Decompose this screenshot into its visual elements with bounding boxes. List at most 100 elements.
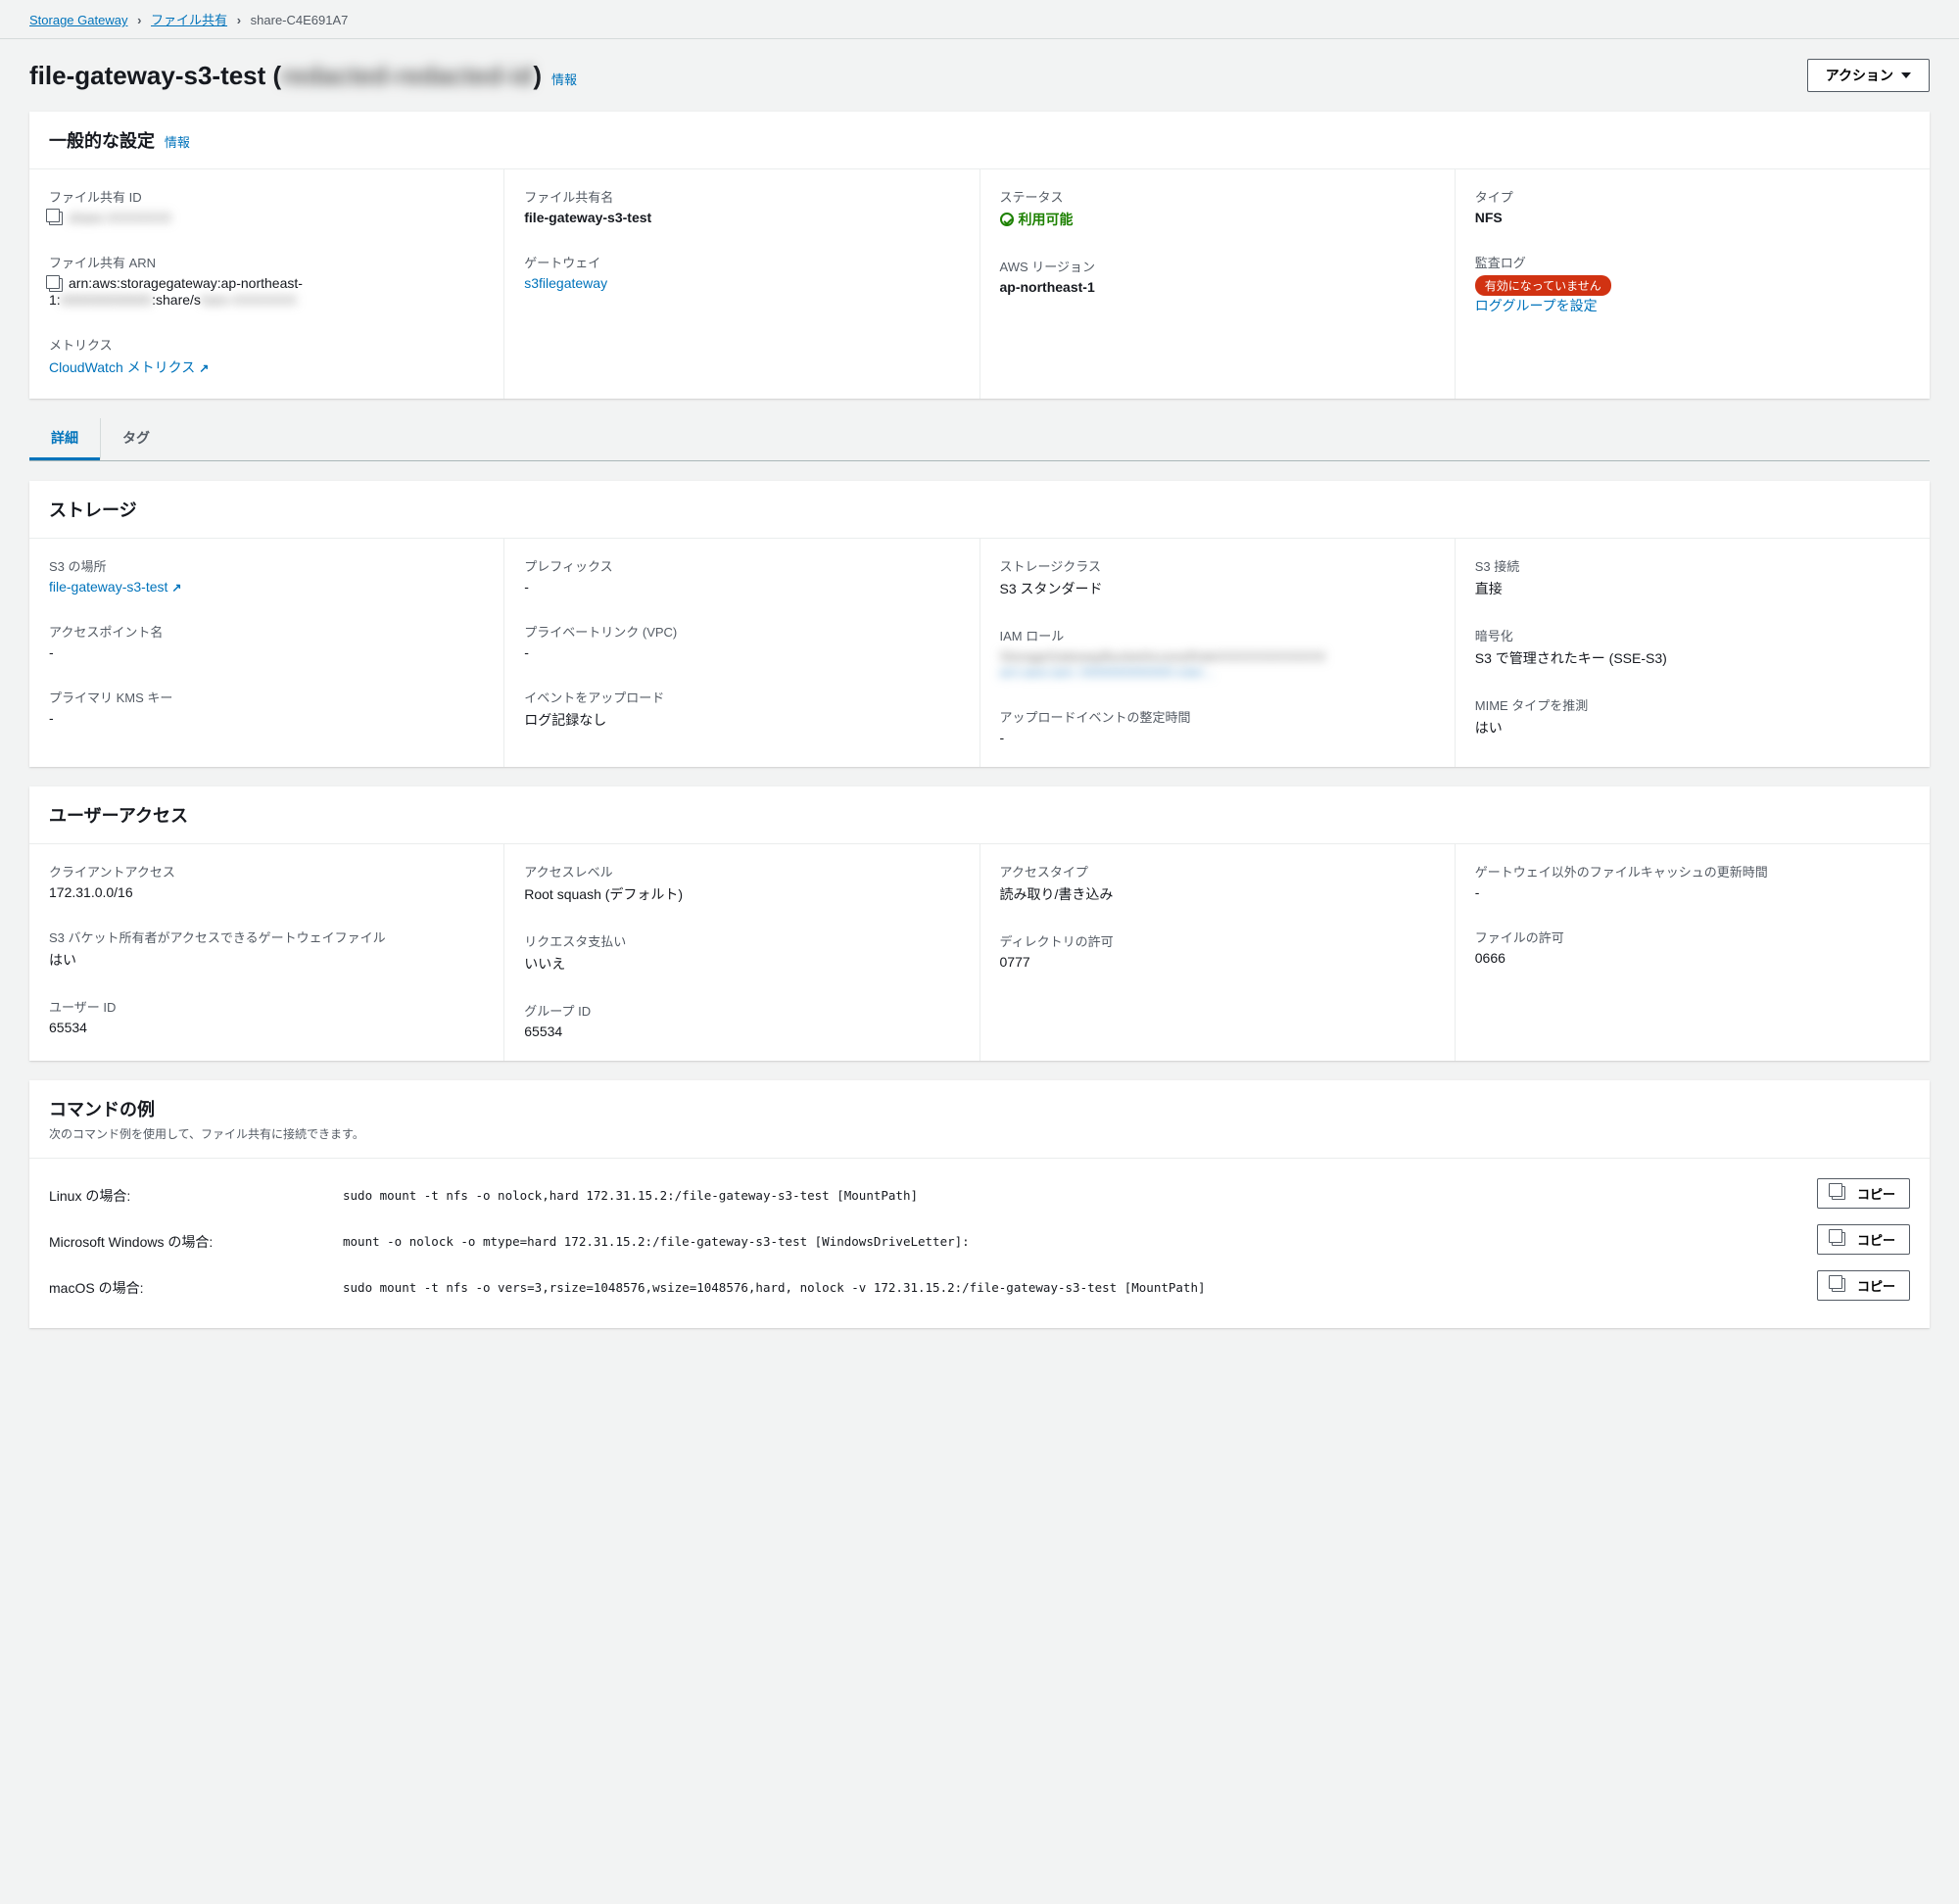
breadcrumb-current: share-C4E691A7: [251, 13, 349, 27]
iam-role-label: IAM ロール: [1000, 626, 1435, 644]
storage-title: ストレージ: [49, 497, 137, 522]
copy-button[interactable]: コピー: [1817, 1270, 1910, 1301]
command-label: Linux の場合:: [49, 1178, 323, 1206]
prefix-label: プレフィックス: [524, 556, 959, 575]
gid-value: 65534: [524, 1023, 959, 1039]
s3-location-link[interactable]: file-gateway-s3-test: [49, 579, 484, 595]
breadcrumb-root[interactable]: Storage Gateway: [29, 13, 127, 27]
breadcrumb: Storage Gateway › ファイル共有 › share-C4E691A…: [0, 0, 1959, 39]
page-title-suffix: ): [533, 61, 542, 90]
requester-value: いいえ: [524, 954, 959, 974]
tab-tag[interactable]: タグ: [100, 418, 171, 460]
region-label: AWS リージョン: [1000, 257, 1435, 275]
page-title-redacted: redacted-redacted-id: [281, 61, 533, 90]
gateway-label: ゲートウェイ: [524, 253, 959, 271]
s3conn-label: S3 接続: [1475, 556, 1910, 575]
page-title-prefix: file-gateway-s3-test (: [29, 61, 281, 90]
copy-icon[interactable]: [49, 212, 63, 225]
command-label: macOS の場合:: [49, 1270, 323, 1298]
command-text: sudo mount -t nfs -o vers=3,rsize=104857…: [343, 1270, 1797, 1298]
action-button[interactable]: アクション: [1807, 59, 1930, 92]
copy-icon[interactable]: [49, 278, 63, 292]
command-text: sudo mount -t nfs -o nolock,hard 172.31.…: [343, 1178, 1797, 1206]
commands-sub: 次のコマンド例を使用して、ファイル共有に接続できます。: [49, 1125, 1910, 1142]
refresh-label: ゲートウェイ以外のファイルキャッシュの更新時間: [1475, 862, 1910, 881]
check-circle-icon: [1000, 213, 1014, 226]
share-id-label: ファイル共有 ID: [49, 187, 484, 206]
accesspoint-value: -: [49, 644, 484, 660]
accesspoint-label: アクセスポイント名: [49, 622, 484, 641]
region-value: ap-northeast-1: [1000, 279, 1435, 295]
audit-label: 監査ログ: [1475, 253, 1910, 271]
access-level-value: Root squash (デフォルト): [524, 884, 959, 904]
access-type-value: 読み取り/書き込み: [1000, 884, 1435, 904]
storageclass-value: S3 スタンダード: [1000, 579, 1435, 598]
metrics-link[interactable]: CloudWatch メトリクス: [49, 357, 484, 377]
uid-label: ユーザー ID: [49, 997, 484, 1016]
copy-icon: [1832, 1232, 1845, 1246]
kms-value: -: [49, 710, 484, 726]
audit-config-link[interactable]: ロググループを設定: [1475, 298, 1598, 313]
breadcrumb-mid[interactable]: ファイル共有: [151, 13, 227, 27]
client-access-label: クライアントアクセス: [49, 862, 484, 881]
prefix-value: -: [524, 579, 959, 595]
copy-button[interactable]: コピー: [1817, 1224, 1910, 1255]
status-label: ステータス: [1000, 187, 1435, 206]
access-type-label: アクセスタイプ: [1000, 862, 1435, 881]
refresh-value: -: [1475, 884, 1910, 900]
s3conn-value: 直接: [1475, 579, 1910, 598]
general-grid: ファイル共有 ID share-XXXXXXX ファイル共有 ARN arn:a…: [29, 169, 1930, 399]
settle-label: アップロードイベントの整定時間: [1000, 707, 1435, 726]
user-access-panel: ユーザーアクセス クライアントアクセス 172.31.0.0/16 S3 バケッ…: [29, 786, 1930, 1061]
chevron-down-icon: [1901, 72, 1911, 78]
upload-event-value: ログ記録なし: [524, 710, 959, 730]
info-link[interactable]: 情報: [551, 72, 577, 87]
command-label: Microsoft Windows の場合:: [49, 1224, 323, 1252]
command-row: macOS の場合: sudo mount -t nfs -o vers=3,r…: [29, 1262, 1930, 1309]
gateway-link[interactable]: s3filegateway: [524, 275, 959, 291]
type-value: NFS: [1475, 210, 1910, 225]
fileperm-value: 0666: [1475, 950, 1910, 966]
commands-title: コマンドの例: [49, 1096, 155, 1121]
share-name-value: file-gateway-s3-test: [524, 210, 959, 225]
type-label: タイプ: [1475, 187, 1910, 206]
uid-value: 65534: [49, 1020, 484, 1035]
settle-value: -: [1000, 730, 1435, 745]
upload-event-label: イベントをアップロード: [524, 688, 959, 706]
access-level-label: アクセスレベル: [524, 862, 959, 881]
info-link[interactable]: 情報: [165, 135, 190, 150]
privatelink-value: -: [524, 644, 959, 660]
storage-panel: ストレージ S3 の場所 file-gateway-s3-test アクセスポイ…: [29, 481, 1930, 767]
general-settings-panel: 一般的な設定 情報 ファイル共有 ID share-XXXXXXX ファイル共有…: [29, 112, 1930, 399]
mime-value: はい: [1475, 718, 1910, 738]
client-access-value: 172.31.0.0/16: [49, 884, 484, 900]
status-badge: 有効になっていません: [1475, 275, 1611, 296]
command-row: Microsoft Windows の場合: mount -o nolock -…: [29, 1216, 1930, 1262]
action-button-label: アクション: [1826, 66, 1893, 85]
share-id-value: share-XXXXXXX: [49, 210, 484, 225]
general-title: 一般的な設定: [49, 127, 155, 153]
owner-access-value: はい: [49, 950, 484, 970]
privatelink-label: プライベートリンク (VPC): [524, 622, 959, 641]
copy-icon: [1832, 1278, 1845, 1292]
gid-label: グループ ID: [524, 1001, 959, 1020]
mime-label: MIME タイプを推測: [1475, 695, 1910, 714]
fileperm-label: ファイルの許可: [1475, 928, 1910, 946]
share-arn-label: ファイル共有 ARN: [49, 253, 484, 271]
breadcrumb-sep: ›: [237, 13, 241, 27]
user-access-title: ユーザーアクセス: [49, 802, 188, 828]
storageclass-label: ストレージクラス: [1000, 556, 1435, 575]
share-name-label: ファイル共有名: [524, 187, 959, 206]
copy-icon: [1832, 1186, 1845, 1200]
breadcrumb-sep: ›: [137, 13, 141, 27]
tabs: 詳細 タグ: [29, 418, 1930, 461]
command-row: Linux の場合: sudo mount -t nfs -o nolock,h…: [29, 1170, 1930, 1216]
copy-button[interactable]: コピー: [1817, 1178, 1910, 1209]
commands-panel: コマンドの例 次のコマンド例を使用して、ファイル共有に接続できます。 Linux…: [29, 1080, 1930, 1328]
tab-detail[interactable]: 詳細: [29, 418, 100, 460]
iam-role-value: StorageGatewayBucketAccessRoleXXXXXXXXXX…: [1000, 648, 1435, 680]
metrics-label: メトリクス: [49, 335, 484, 354]
dirperm-value: 0777: [1000, 954, 1435, 970]
share-arn-value: arn:aws:storagegateway:ap-northeast- 1:0…: [49, 275, 484, 307]
s3-location-label: S3 の場所: [49, 556, 484, 575]
